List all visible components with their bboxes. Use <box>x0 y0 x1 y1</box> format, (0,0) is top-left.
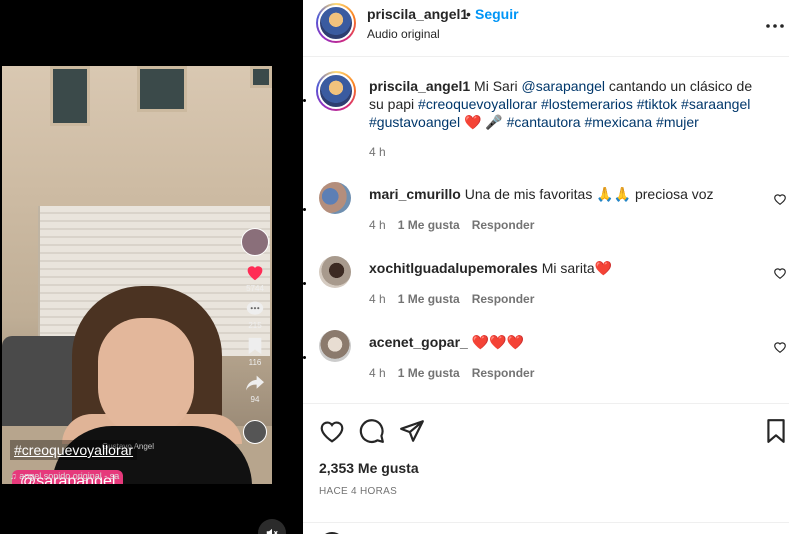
caption-username[interactable]: priscila_angel1 <box>369 78 470 94</box>
video-frame[interactable]: @sarapangel Gustavo Angel #creoquevoyall… <box>2 66 272 484</box>
video-pane[interactable]: @sarapangel Gustavo Angel #creoquevoyall… <box>0 0 303 534</box>
author-username[interactable]: priscila_angel1 <box>367 6 468 22</box>
comment-time[interactable]: 4 h <box>369 366 386 380</box>
caption-author-avatar[interactable] <box>316 71 356 111</box>
audio-link[interactable]: Audio original <box>367 27 440 41</box>
likes-count[interactable]: 2,353 Me gusta <box>319 460 419 476</box>
commenter-username[interactable]: xochitlguadalupemorales <box>369 260 538 276</box>
comment-bullet <box>303 356 306 359</box>
commenter-username[interactable]: mari_cmurillo <box>369 186 461 202</box>
comment-body: Mi sarita❤️ <box>541 260 613 276</box>
comment-likes[interactable]: 1 Me gusta <box>398 218 460 232</box>
comment-body: ❤️❤️❤️ <box>471 334 525 350</box>
video-window <box>50 66 90 126</box>
heart-outline-icon[interactable] <box>773 192 787 206</box>
comment-likes[interactable]: 1 Me gusta <box>398 292 460 306</box>
comment-text: xochitlguadalupemorales Mi sarita❤️ <box>369 260 749 277</box>
video-side-actions: 5744 215 116 94 <box>240 228 270 444</box>
comment-meta: 4 h 1 Me gusta Responder <box>369 292 534 306</box>
video-sound-disc <box>243 420 267 444</box>
caption-bullet <box>303 99 306 102</box>
reply-button[interactable]: Responder <box>472 292 535 306</box>
comment-item: xochitlguadalupemorales Mi sarita❤️ 4 h … <box>303 256 789 326</box>
comment-item: mari_cmurillo Una de mis favoritas 🙏🙏 pr… <box>303 182 789 252</box>
caption-text: priscila_angel1 Mi Sari @sarapangel cant… <box>369 77 769 131</box>
header-separator: • <box>466 6 471 22</box>
video-audio-caption: ♫ angel sonido original - sa <box>10 471 120 481</box>
caption-text-part: Mi Sari <box>470 78 522 94</box>
video-creator-avatar <box>241 228 269 256</box>
mute-button[interactable] <box>258 519 286 534</box>
heart-outline-icon[interactable] <box>773 266 787 280</box>
comment-bullet <box>303 282 306 285</box>
author-avatar-image <box>318 5 354 41</box>
comment-time[interactable]: 4 h <box>369 218 386 232</box>
caption-mention[interactable]: @sarapangel <box>522 78 606 94</box>
comment-icon[interactable] <box>359 418 385 444</box>
commenter-username[interactable]: acenet_gopar_ <box>369 334 468 350</box>
video-comments-count: 215 <box>248 321 262 330</box>
author-avatar[interactable] <box>316 3 356 43</box>
post-header: priscila_angel1 • Seguir Audio original <box>303 0 789 57</box>
caption-emojis: ❤️ 🎤 <box>460 114 507 130</box>
video-window <box>137 66 187 112</box>
comment-meta: 4 h 1 Me gusta Responder <box>369 218 534 232</box>
heart-outline-icon[interactable] <box>773 340 787 354</box>
follow-button[interactable]: Seguir <box>475 6 519 22</box>
more-options-button[interactable] <box>765 12 785 32</box>
speaker-muted-icon <box>266 528 278 534</box>
comment-item: acenet_gopar_ ❤️❤️❤️ 4 h 1 Me gusta Resp… <box>303 330 789 400</box>
caption-author-avatar-image <box>318 73 354 109</box>
comment-body: Una de mis favoritas 🙏🙏 preciosa voz <box>464 186 714 202</box>
add-comment-bar <box>303 522 789 534</box>
commenter-avatar[interactable] <box>319 330 351 362</box>
heart-icon <box>244 262 266 282</box>
more-horizontal-icon <box>766 24 784 28</box>
comment-bullet <box>303 208 306 211</box>
reply-button[interactable]: Responder <box>472 366 535 380</box>
share-paper-plane-icon[interactable] <box>399 418 425 444</box>
caption-hashtags[interactable]: #cantautora #mexicana #mujer <box>507 114 699 130</box>
bookmark-icon <box>244 336 266 356</box>
like-heart-icon[interactable] <box>319 418 345 444</box>
video-window <box>250 66 272 88</box>
share-arrow-icon <box>244 373 266 393</box>
video-likes-count: 5744 <box>246 284 264 293</box>
post-details-panel: priscila_angel1 • Seguir Audio original … <box>303 0 789 534</box>
comment-time[interactable]: 4 h <box>369 292 386 306</box>
comment-text: acenet_gopar_ ❤️❤️❤️ <box>369 334 749 351</box>
reply-button[interactable]: Responder <box>472 218 535 232</box>
comment-meta: 4 h 1 Me gusta Responder <box>369 366 534 380</box>
caption-time[interactable]: 4 h <box>369 145 386 159</box>
commenter-avatar[interactable] <box>319 182 351 214</box>
video-saves-count: 116 <box>248 358 262 367</box>
post-actions: 2,353 Me gusta HACE 4 HORAS <box>303 403 789 534</box>
comment-bubble-icon <box>244 299 266 319</box>
video-person-face <box>98 318 194 436</box>
video-hashtag-tag: #creoquevoyallorar <box>10 440 138 460</box>
post-timestamp: HACE 4 HORAS <box>319 486 398 497</box>
save-bookmark-icon[interactable] <box>763 418 789 444</box>
video-shares-count: 94 <box>250 395 260 404</box>
commenter-avatar[interactable] <box>319 256 351 288</box>
comment-text: mari_cmurillo Una de mis favoritas 🙏🙏 pr… <box>369 186 749 203</box>
comment-likes[interactable]: 1 Me gusta <box>398 366 460 380</box>
